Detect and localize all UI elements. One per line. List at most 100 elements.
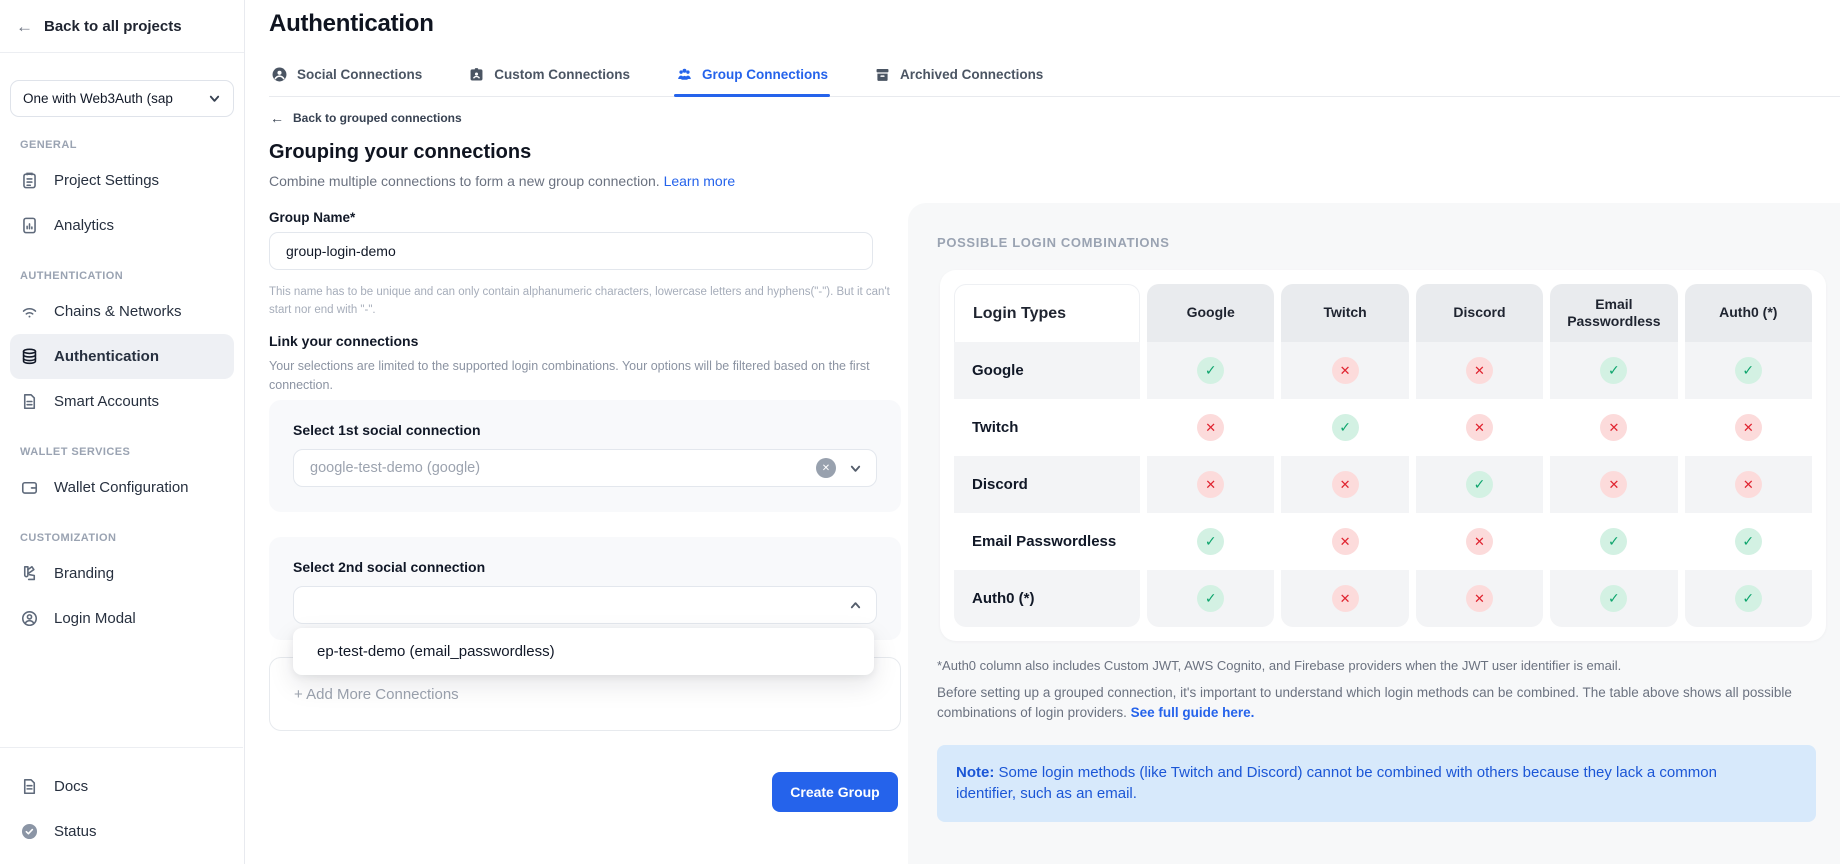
combo-cell: ✕ [1550,399,1677,456]
login-combinations-panel: POSSIBLE LOGIN COMBINATIONS Login TypesG… [908,203,1840,864]
sidebar-item-chains-networks[interactable]: Chains & Networks [10,289,234,334]
note-body: Some login methods (like Twitch and Disc… [956,764,1717,803]
check-icon: ✓ [1197,585,1224,612]
sidebar-item-label: Analytics [54,217,114,234]
combo-row-label: Discord [954,456,1140,513]
sidebar-item-smart-accounts[interactable]: Smart Accounts [10,379,234,424]
add-more-connections-button[interactable]: + Add More Connections [294,686,459,703]
cross-icon: ✕ [1735,471,1762,498]
learn-more-link[interactable]: Learn more [664,173,736,189]
combo-cell: ✓ [1685,570,1812,627]
sidebar-item-status[interactable]: Status [10,809,233,854]
combo-cell: ✕ [1281,342,1408,399]
sidebar-item-docs[interactable]: Docs [10,764,233,809]
combo-cell: ✕ [1281,456,1408,513]
combo-column-header: Email Passwordless [1550,284,1677,342]
sidebar-section-customization: CUSTOMIZATION [20,532,224,544]
chevron-down-icon[interactable] [849,462,862,475]
grouping-subheading: Combine multiple connections to form a n… [269,173,735,189]
document-icon [20,392,39,411]
sidebar-item-label: Branding [54,565,114,582]
group-name-input[interactable] [269,232,873,270]
clipboard-icon [20,171,39,190]
combo-cell: ✕ [1416,399,1543,456]
combinations-title: POSSIBLE LOGIN COMBINATIONS [937,235,1840,250]
sidebar-item-authentication[interactable]: Authentication [10,334,234,379]
combo-cell: ✕ [1550,456,1677,513]
combo-cell: ✕ [1685,399,1812,456]
connection-dropdown-menu: ep-test-demo (email_passwordless) [293,628,874,675]
check-icon: ✓ [1600,585,1627,612]
check-icon: ✓ [1197,357,1224,384]
combo-cell: ✕ [1685,456,1812,513]
select-1st-connection[interactable]: google-test-demo (google) ✕ [293,449,877,487]
back-to-grouped-connections-link[interactable]: ← Back to grouped connections [270,111,462,125]
sidebar-item-label: Authentication [54,348,159,365]
full-guide-link[interactable]: See full guide here. [1131,705,1255,720]
note-box: Note: Some login methods (like Twitch an… [937,745,1816,823]
wifi-icon [20,302,39,321]
page-title: Authentication [269,10,434,38]
combo-column-header: Discord [1416,284,1543,342]
sidebar-item-project-settings[interactable]: Project Settings [10,158,234,203]
cross-icon: ✕ [1735,414,1762,441]
user-circle-icon [271,66,288,83]
check-icon: ✓ [1466,471,1493,498]
back-to-projects-link[interactable]: ← Back to all projects [0,0,244,53]
back-to-projects-label: Back to all projects [44,18,182,35]
combo-cell: ✓ [1685,513,1812,570]
back-to-grouped-label: Back to grouped connections [293,111,462,125]
project-selector-dropdown[interactable]: One with Web3Auth (sap [10,80,234,117]
back-arrow-icon: ← [270,111,284,125]
tab-group-connections[interactable]: Group Connections [674,60,830,96]
back-arrow-icon: ← [16,18,33,35]
tab-archived-connections[interactable]: Archived Connections [872,60,1045,96]
second-connection-card: Select 2nd social connection [269,537,901,640]
select-2nd-connection[interactable] [293,586,877,624]
sidebar-footer: Docs Status [0,747,243,864]
sidebar-item-login-modal[interactable]: Login Modal [10,596,234,641]
combinations-table-card: Login TypesGoogleTwitchDiscordEmail Pass… [940,270,1826,641]
check-icon: ✓ [1735,357,1762,384]
create-group-button[interactable]: Create Group [772,772,898,812]
combo-cell: ✕ [1416,513,1543,570]
sidebar-item-label: Status [54,823,97,840]
cross-icon: ✕ [1332,585,1359,612]
tab-social-connections[interactable]: Social Connections [269,60,424,96]
tab-custom-connections[interactable]: Custom Connections [466,60,632,96]
cross-icon: ✕ [1197,471,1224,498]
combo-row-label: Twitch [954,399,1140,456]
clear-selection-icon[interactable]: ✕ [816,458,836,478]
chevron-up-icon[interactable] [849,599,862,612]
sidebar-item-label: Project Settings [54,172,159,189]
combo-cell: ✓ [1550,342,1677,399]
sidebar-item-analytics[interactable]: Analytics [10,203,234,248]
check-icon: ✓ [1735,585,1762,612]
select-2nd-label: Select 2nd social connection [293,559,877,575]
sidebar-item-branding[interactable]: Branding [10,551,234,596]
combo-cell: ✓ [1416,456,1543,513]
combo-row-label: Google [954,342,1140,399]
combo-column-header: Twitch [1281,284,1408,342]
combo-cell: ✕ [1147,456,1274,513]
cross-icon: ✕ [1332,357,1359,384]
note-label: Note: [956,764,994,781]
sidebar-item-wallet-configuration[interactable]: Wallet Configuration [10,465,234,510]
tab-label: Archived Connections [900,67,1043,82]
combo-column-header: Auth0 (*) [1685,284,1812,342]
cross-icon: ✕ [1332,528,1359,555]
database-stack-icon [20,347,39,366]
dropdown-option-ep-test-demo[interactable]: ep-test-demo (email_passwordless) [317,643,555,660]
sidebar-item-label: Docs [54,778,88,795]
combo-cell: ✓ [1685,342,1812,399]
cross-icon: ✕ [1466,528,1493,555]
check-icon: ✓ [1600,357,1627,384]
sidebar-section-general: GENERAL [20,139,224,151]
project-selector-value: One with Web3Auth (sap [23,91,173,106]
sidebar-item-label: Smart Accounts [54,393,159,410]
combo-cell: ✕ [1281,570,1408,627]
tab-label: Group Connections [702,67,828,82]
first-connection-card: Select 1st social connection google-test… [269,400,901,512]
group-people-icon [676,66,693,83]
check-icon: ✓ [1735,528,1762,555]
